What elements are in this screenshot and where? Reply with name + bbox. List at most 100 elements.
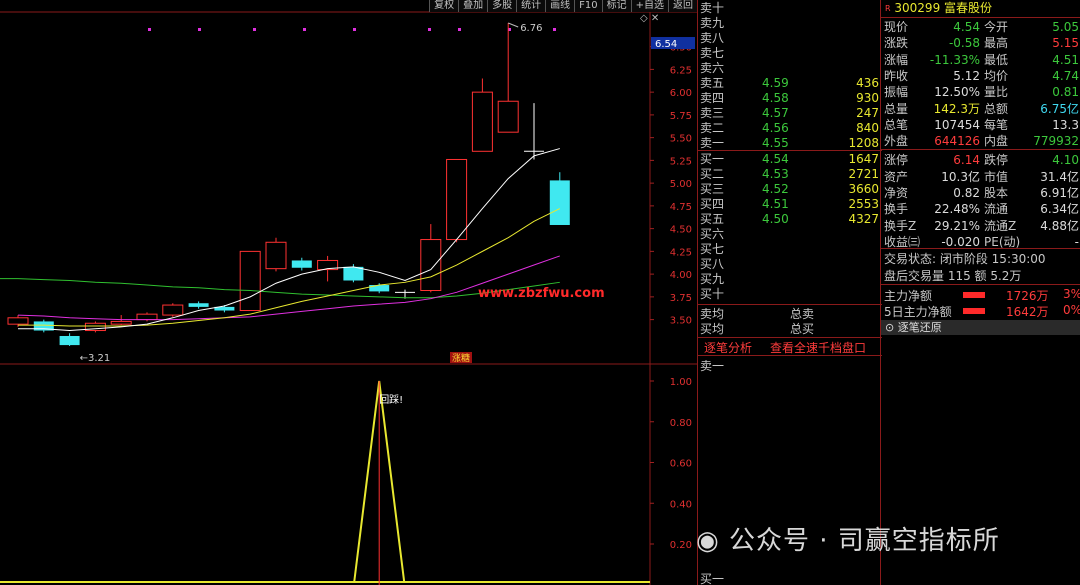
bid-level-row[interactable]: 买七 — [698, 241, 882, 257]
ask-level-row[interactable]: 卖四 4.58 930 — [698, 90, 882, 106]
quote-label: 今开 — [984, 20, 1009, 34]
ask-level-label: 卖五 — [700, 76, 725, 90]
ask-level-row[interactable]: 卖一 4.55 1208 — [698, 135, 882, 151]
indicator-label: 回踩! — [379, 394, 403, 406]
close-icon[interactable]: ✕ — [651, 13, 659, 24]
bid-level-row[interactable]: 买二 4.53 2721 — [698, 166, 882, 182]
ask-level-row[interactable]: 卖十 — [698, 0, 882, 16]
tab-full-depth[interactable]: 查看全速千档盘口 — [770, 339, 866, 356]
candle-up — [420, 239, 442, 291]
indicator-tick-label: 1.00 — [670, 377, 692, 388]
indicator-tick-label: 0.20 — [670, 540, 692, 551]
quote-value: 4.54 — [953, 20, 980, 34]
quote-label: 总额 — [984, 101, 1009, 116]
main-net-bar — [963, 292, 985, 298]
bid-level-price: 4.51 — [762, 197, 789, 211]
price-tick-label: 3.75 — [670, 293, 692, 304]
tick-buy1-label: 买一 — [700, 572, 725, 585]
bid-level-row[interactable]: 买十 — [698, 286, 882, 302]
candle-down — [291, 260, 312, 268]
price-tick-label: 4.50 — [670, 225, 692, 236]
tab-tick-analysis[interactable]: 逐笔分析 — [704, 339, 752, 356]
ask-level-price: 4.55 — [762, 136, 789, 150]
indicator-tick-label: 0.80 — [670, 418, 692, 429]
ask-level-price: 4.57 — [762, 106, 789, 120]
candle-down — [549, 180, 570, 225]
settings-diamond-icon[interactable]: ◇ — [640, 13, 648, 24]
toolbar-btn-4[interactable]: 画线 — [545, 0, 575, 12]
ask-level-row[interactable]: 卖六 — [698, 60, 882, 76]
ask-level-price: 4.59 — [762, 76, 789, 90]
quote-value: 644126 — [934, 134, 980, 149]
main-net-pct: 3% — [1063, 287, 1080, 301]
ask-level-row[interactable]: 卖九 — [698, 15, 882, 31]
bid-level-price: 4.54 — [762, 152, 789, 166]
toolbar-btn-0[interactable]: 复权 — [429, 0, 459, 12]
bid-level-label: 买十 — [700, 287, 725, 301]
bid-level-row[interactable]: 买四 4.51 2553 — [698, 196, 882, 212]
bid-level-label: 买五 — [700, 212, 725, 226]
ask-level-volume: 1208 — [848, 136, 879, 150]
quote-label: 市值 — [984, 169, 1009, 184]
toolbar-btn-3[interactable]: 统计 — [516, 0, 546, 12]
stock-title: R 300299 富春股份 — [885, 0, 992, 17]
main5-net-label: 5日主力净额 — [884, 305, 952, 319]
bid-level-row[interactable]: 买五 4.50 4327 — [698, 211, 882, 227]
quote-row: 涨跌 -0.58 最高 5.15 — [881, 35, 1080, 51]
quote-label: 现价 — [884, 20, 909, 34]
quote-value: 10.3亿 — [941, 169, 980, 184]
quote-value: 0.81 — [1052, 85, 1079, 100]
candle-down — [369, 285, 390, 292]
bid-level-row[interactable]: 买八 — [698, 256, 882, 272]
watermark-text: 公众号 · 司赢空指标所 — [728, 526, 1000, 556]
quote-label: 跌停 — [984, 153, 1009, 168]
toolbar-btn-1[interactable]: 叠加 — [458, 0, 488, 12]
ask-level-label: 卖六 — [700, 61, 725, 75]
trade-status: 交易状态: 闭市阶段 15:30:00 — [884, 252, 1046, 266]
bid-level-row[interactable]: 买九 — [698, 271, 882, 287]
toolbar-btn-5[interactable]: F10 — [574, 0, 602, 12]
toolbar-btn-7[interactable]: +自选 — [630, 0, 668, 12]
quote-label: 流通Z — [984, 218, 1017, 233]
bid-level-row[interactable]: 买一 4.54 1647 — [698, 151, 882, 167]
high-arrow — [508, 22, 519, 28]
quote-value: -0.58 — [948, 36, 980, 51]
bid-level-row[interactable]: 买六 — [698, 226, 882, 242]
ask-level-row[interactable]: 卖七 — [698, 45, 882, 61]
quote-label: 涨跌 — [884, 36, 909, 51]
toolbar-btn-6[interactable]: 标记 — [601, 0, 631, 12]
quote-row: 外盘 644126 内盘 779932 — [881, 133, 1080, 149]
kline-chart-panel[interactable]: 6.506.256.005.755.505.255.004.754.504.25… — [0, 0, 697, 585]
quote-label: 最低 — [984, 52, 1009, 67]
ask-level-row[interactable]: 卖八 — [698, 30, 882, 46]
ask-level-label: 卖八 — [700, 31, 725, 45]
ask-level-volume: 840 — [856, 121, 879, 135]
quote-separator — [881, 284, 1080, 285]
candle-down — [343, 266, 364, 281]
quote-value: 6.91亿 — [1040, 186, 1079, 200]
quote-separator — [881, 248, 1080, 249]
limit-tag-label: 涨糖 — [452, 352, 470, 364]
toolbar-btn-2[interactable]: 多股 — [487, 0, 517, 12]
tick-restore-bar[interactable]: ⊙ 逐笔还原 — [881, 320, 1080, 335]
quote-row: 总量 142.3万 总额 6.75亿 — [881, 101, 1080, 117]
quote-panel: R 300299 富春股份 现价 4.54 今开 5.05 涨跌 -0.58 最高 5.15 涨… — [881, 0, 1080, 585]
ask-level-row[interactable]: 卖五 4.59 436 — [698, 75, 882, 91]
kline-chart[interactable]: 6.506.256.005.755.505.255.004.754.504.25… — [0, 0, 697, 585]
quote-value: 29.21% — [934, 218, 980, 233]
ask-level-row[interactable]: 卖三 4.57 247 — [698, 105, 882, 121]
price-tick-label: 6.25 — [670, 65, 692, 76]
quote-value: 6.75亿 — [1040, 101, 1079, 116]
quote-value: 22.48% — [934, 202, 980, 217]
after-hours-volume: 盘后交易量 115 额 5.2万 — [884, 269, 1022, 283]
stock-flag: R — [885, 4, 891, 13]
ma5-line — [18, 148, 560, 332]
bid-level-label: 买八 — [700, 257, 725, 271]
quote-separator — [881, 17, 1080, 18]
ask-level-row[interactable]: 卖二 4.56 840 — [698, 120, 882, 136]
marker-dot — [353, 28, 356, 31]
candle-up — [446, 158, 468, 241]
candle-up — [136, 313, 158, 321]
toolbar-btn-8[interactable]: 返回 — [668, 0, 697, 12]
bid-level-row[interactable]: 买三 4.52 3660 — [698, 181, 882, 197]
